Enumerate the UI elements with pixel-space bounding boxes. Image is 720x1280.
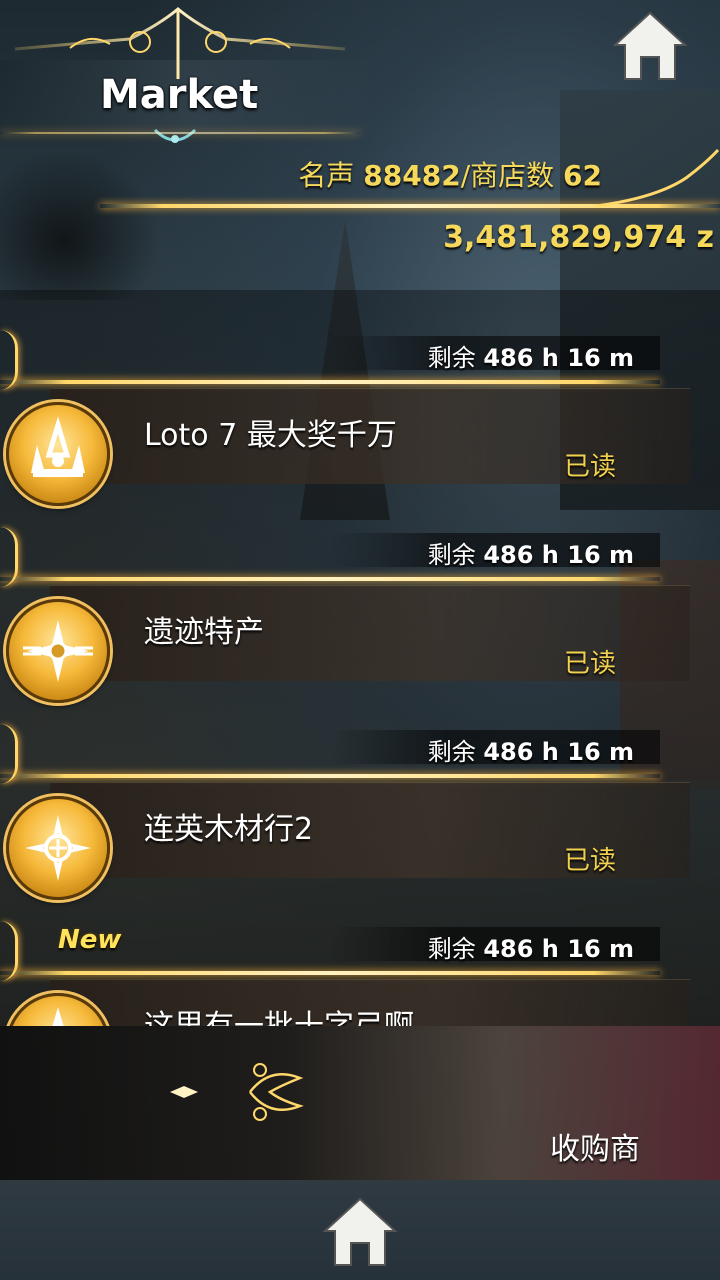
shops-label: /商店数 (460, 159, 555, 192)
header-divider (0, 132, 360, 134)
title-underline-icon (153, 128, 197, 143)
entry-divider (0, 577, 660, 581)
home-icon (322, 1197, 398, 1266)
crosshair-emblem-icon (25, 815, 91, 881)
remaining-label: 剩余 (427, 935, 476, 963)
money-total: 3,481,829,974 z (443, 220, 714, 255)
entry-title: 连英木材行2 (144, 812, 314, 847)
remaining-label: 剩余 (427, 344, 476, 372)
bottom-home-button[interactable] (320, 1192, 400, 1272)
list-item[interactable]: 剩余 486 h 16 m 遗迹特产 已读 (0, 487, 720, 703)
bottom-ornament-icon (170, 1063, 720, 1121)
entry-title: 遗迹特产 (144, 615, 264, 650)
home-button[interactable] (610, 6, 690, 86)
list-item[interactable]: 剩余 486 h 16 m 连英木材行2 已读 (0, 684, 720, 900)
remaining-time: 剩余 486 h 16 m (428, 338, 634, 373)
remaining-time: 剩余 486 h 16 m (428, 929, 634, 964)
remaining-value: 486 h 16 m (483, 541, 634, 569)
remaining-value: 486 h 16 m (483, 738, 634, 766)
home-icon (612, 11, 688, 80)
market-list[interactable]: 剩余 486 h 16 m Loto 7 最大奖千万 已读 剩余 486 h 1… (0, 290, 720, 1026)
new-badge: New (58, 925, 122, 955)
fame-shops-stats: 名声 88482/商店数 62 (298, 154, 602, 194)
entry-divider (0, 774, 660, 778)
entry-title: Loto 7 最大奖千万 (144, 418, 397, 453)
crown-crest-icon (52, 1007, 64, 1026)
buyer-button[interactable]: 收购商 (550, 1124, 640, 1168)
list-item[interactable]: 剩余 486 h 16 m Loto 7 最大奖千万 已读 (0, 290, 720, 506)
fame-label: 名声 (298, 159, 355, 192)
entry-divider (0, 971, 660, 975)
compass-star-icon (23, 620, 93, 682)
entry-title: 这里有一批十字弓啊 (144, 1001, 414, 1026)
read-status: 已读 (563, 846, 616, 876)
remaining-label: 剩余 (427, 738, 476, 766)
remaining-time: 剩余 486 h 16 m (428, 732, 634, 767)
remaining-value: 486 h 16 m (483, 935, 634, 963)
remaining-value: 486 h 16 m (483, 344, 634, 372)
page-title: Market (100, 72, 259, 118)
read-status: 已读 (563, 452, 616, 482)
read-status: 已读 (563, 649, 616, 679)
fame-value: 88482 (363, 159, 461, 192)
remaining-label: 剩余 (427, 541, 476, 569)
entry-divider (0, 380, 660, 384)
corner-flourish-icon (596, 148, 720, 208)
background-tree (0, 150, 160, 300)
list-item[interactable]: New 剩余 486 h 16 m 这里有一批十字弓啊 (0, 881, 720, 1026)
crown-crest-icon (31, 416, 85, 477)
remaining-time: 剩余 486 h 16 m (428, 535, 634, 570)
